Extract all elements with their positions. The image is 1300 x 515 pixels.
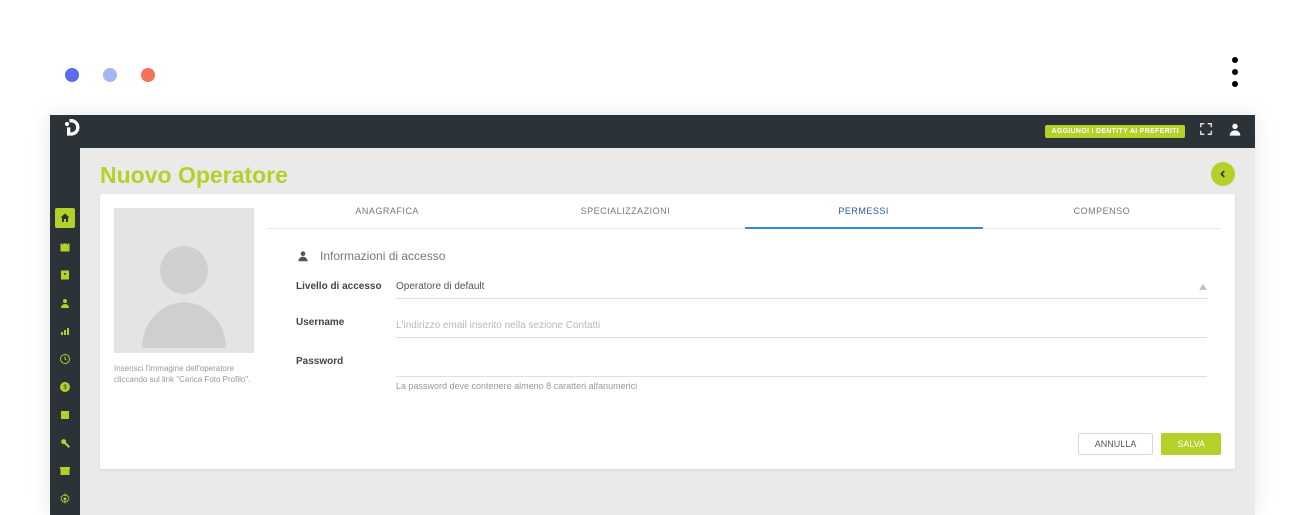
favorites-badge[interactable]: AGGIUNGI I DENTITY AI PREFERITI	[1045, 125, 1185, 138]
panel-footer: ANNULLA SALVA	[1078, 433, 1221, 455]
page-title: Nuovo Operatore	[100, 162, 1235, 189]
user-icon[interactable]	[1227, 121, 1243, 142]
label-access-level: Livello di accesso	[296, 279, 396, 292]
window-dot-1[interactable]	[65, 68, 79, 82]
sidebar: $	[50, 148, 80, 515]
sidebar-item-money[interactable]: $	[56, 378, 74, 396]
content-area: Nuovo Operatore Inserisci l'immagine del…	[80, 148, 1255, 515]
select-access-level[interactable]: Operatore di default	[396, 279, 1207, 299]
input-username[interactable]	[396, 318, 1207, 338]
password-hint: La password deve contenere almeno 8 cara…	[396, 381, 1207, 391]
row-username: Username	[296, 315, 1207, 338]
sidebar-item-stats[interactable]	[56, 322, 74, 340]
window-dot-2[interactable]	[103, 68, 117, 82]
browser-window: AGGIUNGI I DENTITY AI PREFERITI	[0, 0, 1300, 515]
avatar-placeholder[interactable]	[114, 208, 254, 353]
tab-anagrafica[interactable]: ANAGRAFICA	[268, 194, 506, 228]
topbar: AGGIUNGI I DENTITY AI PREFERITI	[50, 115, 1255, 148]
sidebar-item-contacts[interactable]	[56, 266, 74, 284]
avatar-hint: Inserisci l'immagine dell'operatore clic…	[114, 363, 254, 385]
input-password[interactable]	[396, 357, 1207, 377]
save-button[interactable]: SALVA	[1161, 433, 1221, 455]
label-password: Password	[296, 354, 396, 367]
dropdown-caret-icon	[1199, 284, 1207, 290]
app-logo[interactable]	[62, 119, 82, 145]
sidebar-item-user[interactable]	[56, 294, 74, 312]
sidebar-item-tools[interactable]	[56, 434, 74, 452]
form-panel: ANAGRAFICA SPECIALIZZAZIONI PERMESSI COM…	[268, 194, 1235, 469]
label-username: Username	[296, 315, 396, 328]
tabs: ANAGRAFICA SPECIALIZZAZIONI PERMESSI COM…	[268, 194, 1221, 229]
person-icon	[296, 249, 310, 263]
app-frame: AGGIUNGI I DENTITY AI PREFERITI	[50, 115, 1255, 515]
sidebar-item-time[interactable]	[56, 350, 74, 368]
window-dot-3[interactable]	[141, 68, 155, 82]
select-access-level-value: Operatore di default	[396, 281, 484, 292]
fullscreen-icon[interactable]	[1199, 122, 1213, 141]
cancel-button[interactable]: ANNULLA	[1078, 433, 1154, 455]
browser-menu-icon[interactable]	[1232, 57, 1238, 87]
access-info-section: Informazioni di accesso Livello di acces…	[268, 229, 1221, 391]
main-panel: Inserisci l'immagine dell'operatore clic…	[100, 194, 1235, 469]
sidebar-item-reports[interactable]	[56, 406, 74, 424]
back-button[interactable]	[1211, 162, 1235, 186]
tab-compenso[interactable]: COMPENSO	[983, 194, 1221, 228]
browser-chrome	[0, 0, 1300, 115]
sidebar-item-calendar[interactable]	[56, 238, 74, 256]
section-header: Informazioni di accesso	[296, 249, 1207, 263]
avatar-panel: Inserisci l'immagine dell'operatore clic…	[100, 194, 268, 469]
window-controls	[65, 68, 155, 82]
tab-permessi[interactable]: PERMESSI	[745, 194, 983, 228]
sidebar-item-archive[interactable]	[56, 462, 74, 480]
sidebar-item-settings[interactable]	[56, 490, 74, 508]
row-password: Password La password deve contenere alme…	[296, 354, 1207, 391]
tab-specializzazioni[interactable]: SPECIALIZZAZIONI	[506, 194, 744, 228]
section-title: Informazioni di accesso	[320, 249, 445, 263]
row-access-level: Livello di accesso Operatore di default	[296, 279, 1207, 299]
sidebar-item-home[interactable]	[55, 208, 75, 228]
